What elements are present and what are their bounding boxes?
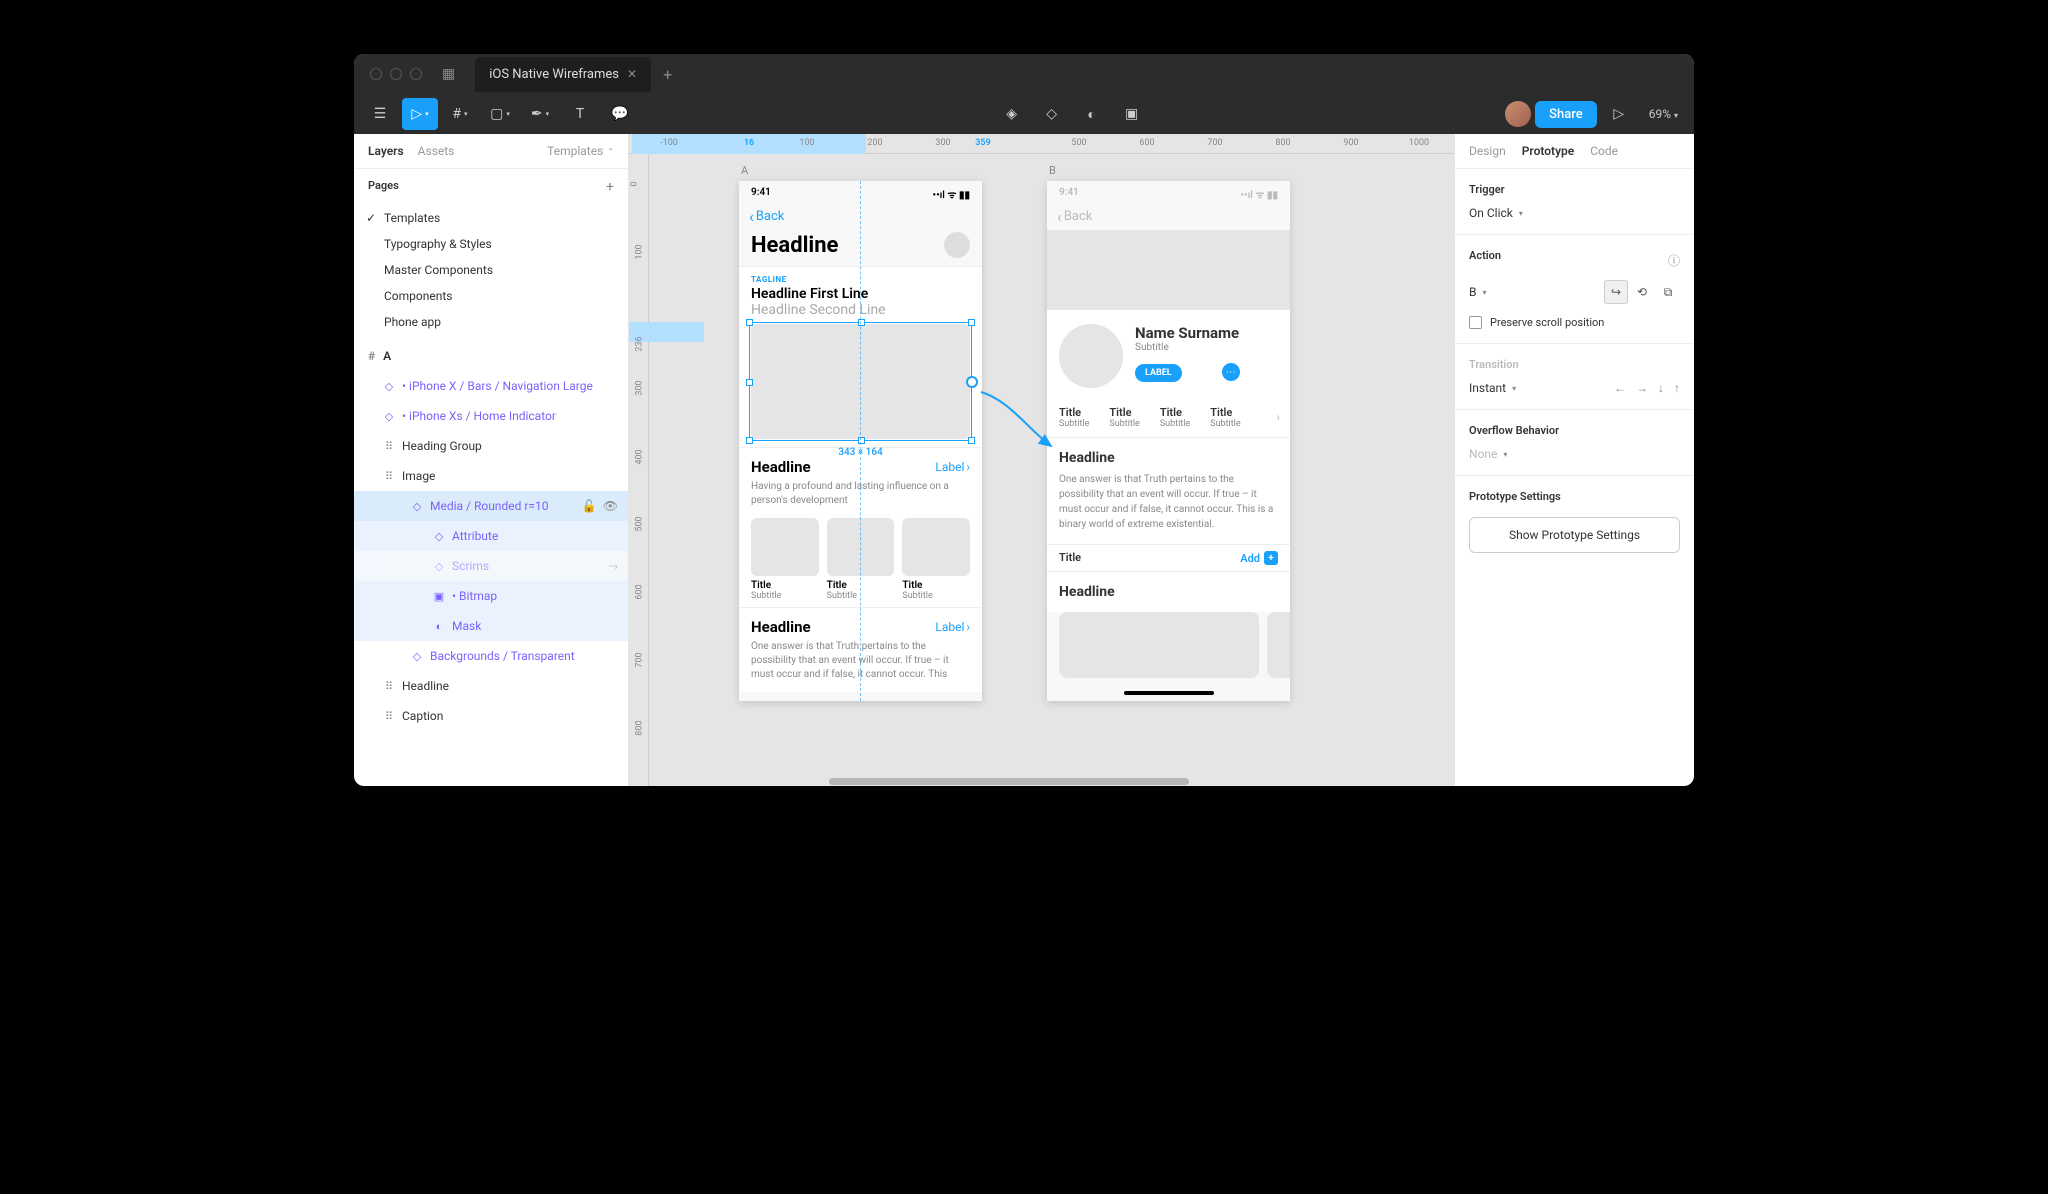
layer-media-rounded[interactable]: ◇Media / Rounded r=10🔓👁	[354, 491, 628, 521]
more-icon: ⋯	[1222, 363, 1240, 381]
layer-headline[interactable]: ⠿Headline	[354, 671, 628, 701]
pen-tool[interactable]: ✒▾	[522, 98, 558, 130]
chevron-right-icon: ›	[1276, 410, 1280, 424]
overflow-value[interactable]: None▾	[1469, 447, 1680, 461]
artboard-a-wrap: A 9:41••ıl ᯤ ▮▮ ‹Back Headline TAGLINE H…	[739, 164, 982, 701]
file-tab-label: iOS Native Wireframes	[489, 67, 619, 82]
boolean-icon[interactable]: ▣	[1114, 98, 1150, 130]
profile-tabs: TitleSubtitle TitleSubtitle TitleSubtitl…	[1047, 398, 1290, 438]
layer-image[interactable]: ⠿Image	[354, 461, 628, 491]
pages-header: Pages +	[354, 169, 628, 205]
canvas[interactable]: -100 16 100 200 300 359 500 600 700 800 …	[629, 134, 1454, 786]
layer-nav-large[interactable]: ◇• iPhone X / Bars / Navigation Large	[354, 371, 628, 401]
ruler-horizontal: -100 16 100 200 300 359 500 600 700 800 …	[629, 134, 1454, 154]
page-master[interactable]: Master Components	[354, 257, 628, 283]
grid-icon[interactable]: ▦	[442, 66, 455, 82]
tab-templates[interactable]: Templates ⌃	[547, 144, 614, 158]
hidden-icon[interactable]: ⤳	[608, 559, 618, 574]
layer-bitmap[interactable]: ▣• Bitmap	[354, 581, 628, 611]
guide-line	[860, 181, 861, 701]
eye-icon[interactable]: 👁	[603, 499, 618, 513]
layer-list: #A ◇• iPhone X / Bars / Navigation Large…	[354, 335, 628, 786]
layer-caption[interactable]: ⠿Caption	[354, 701, 628, 731]
navigate-icon[interactable]: ↪	[1604, 280, 1628, 304]
swap-icon[interactable]: ⟲	[1630, 280, 1654, 304]
canvas-scrollbar[interactable]	[829, 778, 1189, 785]
artboard-a-label[interactable]: A	[739, 164, 982, 177]
layer-scrims[interactable]: ◇Scrims⤳	[354, 551, 628, 581]
page-templates[interactable]: Templates	[354, 205, 628, 231]
zoom-level[interactable]: 69% ▾	[1649, 107, 1678, 121]
toolbar: ☰ ▷▾ #▾ ▢▾ ✒▾ T 💬 ◈ ◇ ◐ ▣ Share ▷ 69% ▾	[354, 94, 1694, 134]
file-tab[interactable]: iOS Native Wireframes ✕	[475, 57, 651, 92]
trigger-label: Trigger	[1469, 183, 1680, 196]
home-indicator	[1124, 691, 1214, 695]
layer-bg-transparent[interactable]: ◇Backgrounds / Transparent	[354, 641, 628, 671]
layer-attribute[interactable]: ◇Attribute	[354, 521, 628, 551]
mask-icon[interactable]: ◐	[1074, 98, 1110, 130]
diamond-icon[interactable]: ◇	[1034, 98, 1070, 130]
page-phone[interactable]: Phone app	[354, 309, 628, 335]
layer-heading-group[interactable]: ⠿Heading Group	[354, 431, 628, 461]
tab-design[interactable]: Design	[1469, 144, 1506, 158]
app-window: ▦ iOS Native Wireframes ✕ + ☰ ▷▾ #▾ ▢▾ ✒…	[354, 54, 1694, 786]
trigger-value[interactable]: On Click▾	[1469, 206, 1680, 220]
tab-layers[interactable]: Layers	[368, 144, 404, 158]
traffic-lights[interactable]	[370, 68, 422, 80]
unlock-icon[interactable]: 🔓	[582, 499, 597, 513]
layer-mask[interactable]: ◐Mask	[354, 611, 628, 641]
component-icon[interactable]: ◈	[994, 98, 1030, 130]
transition-label: Transition	[1469, 358, 1680, 371]
present-button[interactable]: ▷	[1601, 98, 1637, 130]
overflow-label: Overflow Behavior	[1469, 424, 1680, 437]
preserve-scroll[interactable]: Preserve scroll position	[1469, 316, 1680, 329]
shape-tool[interactable]: ▢▾	[482, 98, 518, 130]
artboard-b[interactable]: 9:41••ıl ᯤ ▮▮ ‹Back Name Surname Subtitl…	[1047, 181, 1290, 701]
frame-row[interactable]: #A	[354, 341, 628, 371]
overlay-icon[interactable]: ⧉	[1656, 280, 1680, 304]
right-panel: Design Prototype Code Trigger On Click▾ …	[1454, 134, 1694, 786]
ruler-vertical: 0 100 236 300 400 500 600 700 800	[629, 154, 649, 786]
artboard-b-wrap: B 9:41••ıl ᯤ ▮▮ ‹Back Name Surname Subti…	[1047, 164, 1290, 701]
artboard-b-label[interactable]: B	[1047, 164, 1290, 177]
layer-home-indicator[interactable]: ◇• iPhone Xs / Home Indicator	[354, 401, 628, 431]
page-components[interactable]: Components	[354, 283, 628, 309]
profile-avatar	[1059, 324, 1123, 388]
direction-arrows[interactable]: ←→↓↑	[1614, 381, 1680, 395]
action-label: Action	[1469, 249, 1501, 262]
tab-assets[interactable]: Assets	[418, 144, 455, 158]
show-settings-button[interactable]: Show Prototype Settings	[1469, 517, 1680, 553]
transition-value[interactable]: Instant▾	[1469, 381, 1516, 395]
new-tab-button[interactable]: +	[663, 65, 672, 84]
tab-prototype[interactable]: Prototype	[1522, 144, 1575, 158]
settings-label: Prototype Settings	[1469, 490, 1680, 503]
left-panel: Layers Assets Templates ⌃ Pages + Templa…	[354, 134, 629, 786]
menu-button[interactable]: ☰	[362, 98, 398, 130]
left-panel-tabs: Layers Assets Templates ⌃	[354, 134, 628, 169]
profile-section: Name Surname Subtitle LABEL⋯	[1047, 310, 1290, 398]
add-page-button[interactable]: +	[606, 179, 614, 195]
share-button[interactable]: Share	[1535, 101, 1597, 128]
comment-tool[interactable]: 💬	[602, 98, 638, 130]
avatar[interactable]	[1505, 101, 1531, 127]
titlebar: ▦ iOS Native Wireframes ✕ +	[354, 54, 1694, 94]
tab-code[interactable]: Code	[1590, 144, 1618, 158]
page-typography[interactable]: Typography & Styles	[354, 231, 628, 257]
text-tool[interactable]: T	[562, 98, 598, 130]
artboard-a[interactable]: 9:41••ıl ᯤ ▮▮ ‹Back Headline TAGLINE Hea…	[739, 181, 982, 701]
action-target[interactable]: B▾	[1469, 285, 1487, 299]
close-icon[interactable]: ✕	[627, 67, 637, 81]
connection-node[interactable]	[966, 376, 978, 388]
move-tool[interactable]: ▷▾	[402, 98, 438, 130]
info-icon[interactable]: ⓘ	[1668, 252, 1680, 269]
frame-tool[interactable]: #▾	[442, 98, 478, 130]
